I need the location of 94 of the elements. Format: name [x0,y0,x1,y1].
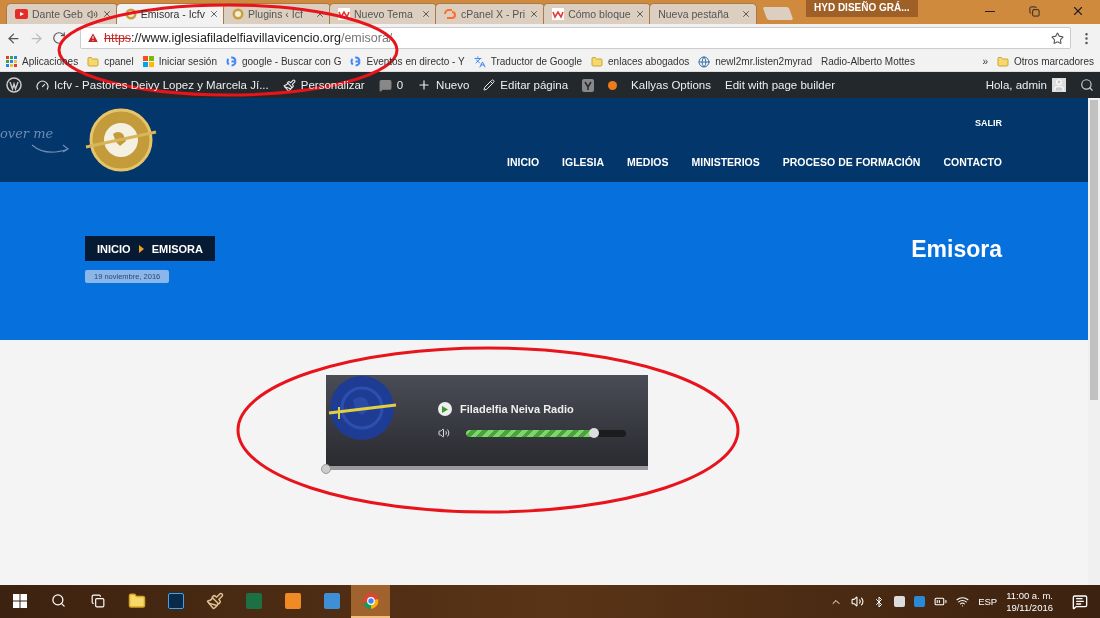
browser-tab[interactable]: Nuevo Tema [329,3,437,24]
address-field[interactable]: https://www.iglesiafiladelfiavillavicencio.org/emisora/ [80,27,1071,49]
nav-link[interactable]: PROCESO DE FORMACIÓN [782,156,921,168]
bookmark-item[interactable]: newl2mr.listen2myrad [698,55,812,68]
page-title: Emisora [911,236,1002,264]
close-icon[interactable] [635,9,646,19]
browser-tab[interactable]: Cómo bloque [543,3,652,24]
gauge-icon [36,78,49,92]
close-icon[interactable] [741,9,752,19]
emblem-icon [232,8,244,20]
reload-icon [52,31,66,45]
photo-icon [323,592,340,609]
new-link[interactable]: Nuevo [417,78,470,92]
status-dot-icon [608,80,618,90]
media-player-icon [284,592,301,609]
close-icon [1071,4,1085,18]
folder-icon [87,55,100,68]
bookmark-folder[interactable]: Otros marcadores [996,55,1094,68]
battery-icon[interactable] [934,595,948,608]
plus-icon [417,78,432,92]
reload-button[interactable] [52,31,66,45]
breadcrumb-link[interactable]: INICIO [97,242,131,255]
bookmark-item[interactable]: Traductor de Google [473,55,583,68]
apps-grid-icon [6,56,17,67]
page-builder-link[interactable]: Edit with page builder [725,79,835,91]
close-icon[interactable] [421,9,431,19]
back-button[interactable] [6,30,21,46]
clock[interactable]: 11:00 a. m. 19/11/2016 [1006,589,1053,614]
browser-tab[interactable]: cPanel X - Pri [435,3,546,24]
windows-logo-icon [12,593,27,608]
play-button[interactable] [438,402,452,416]
photoshop-icon [167,592,184,609]
logout-link[interactable]: SALIR [975,118,1002,128]
video-icon [15,9,28,19]
window-title: HYD DISEÑO GRÁ... [806,0,918,17]
hint-text: over me [0,126,54,141]
folder-icon [996,55,1009,68]
nav-link[interactable]: MINISTERIOS [691,156,760,168]
more-bookmarks-button[interactable]: » [982,56,988,67]
avatar-icon [1052,78,1066,92]
nav-link[interactable]: IGLESIA [562,156,605,168]
nav-link[interactable]: CONTACTO [943,156,1002,168]
search-icon[interactable] [1080,78,1094,92]
wordpress-logo-icon[interactable] [6,77,22,93]
emblem-icon [124,8,137,20]
folder-icon [127,591,146,610]
restore-icon [1028,5,1040,17]
bookmark-star-icon[interactable] [1051,31,1064,45]
station-name: Filadelfia Neiva Radio [460,403,574,415]
speaker-icon [86,8,98,20]
warning-icon [87,32,99,44]
volume-slider[interactable] [466,429,626,437]
nav-link[interactable]: INICIO [507,156,540,168]
resize-handle[interactable] [321,464,331,474]
browser-icon [361,591,380,610]
options-link[interactable]: Kallyas Options [631,79,711,91]
search-icon [51,593,66,608]
forward-arrow-icon [29,30,44,46]
browser-tab[interactable]: Dante Geb [6,3,118,24]
comments-link[interactable]: 0 [378,78,404,92]
church-logo[interactable] [83,107,159,173]
speaker-icon[interactable] [851,595,865,608]
close-icon[interactable] [209,9,219,19]
close-icon[interactable] [101,9,112,19]
browser-tab[interactable]: Nueva pestaña [649,3,758,24]
globe-icon [698,55,711,68]
windows-icon [142,56,154,67]
bookmark-item[interactable]: enlaces abogados [591,55,690,68]
bookmark-item[interactable]: Radio-Alberto Mottes [820,56,915,67]
edit-page-link[interactable]: Editar página [483,79,569,91]
bookmark-item[interactable]: google - Buscar con G [226,56,342,67]
bookmark-item[interactable]: cpanel [87,55,134,68]
account-link[interactable]: Hola, admin [985,78,1066,92]
brush-icon [282,78,296,92]
close-icon[interactable] [529,9,540,19]
nav-link[interactable]: MEDIOS [627,156,669,168]
scrollbar[interactable] [1088,98,1100,585]
tray-app-icon[interactable] [894,596,906,607]
bookmark-item[interactable]: Iniciar sesión [142,56,217,67]
notifications-icon[interactable] [1072,593,1088,610]
minimize-icon [985,10,995,12]
language-indicator[interactable]: ESP [978,596,998,607]
pencil-icon [483,79,496,91]
comment-icon [378,78,392,92]
volume-icon [438,427,450,439]
spreadsheet-icon [245,592,262,609]
breadcrumb-link[interactable]: EMISORA [151,242,203,255]
caret-icon [138,244,144,253]
wifi-icon[interactable] [956,595,970,608]
task-view-icon [90,593,105,608]
translate-icon [473,55,486,68]
play-icon [442,405,448,413]
folder-icon [591,55,604,68]
url-text: https://www.iglesiafiladelfiavillavicencio.org/emisora/ [104,31,393,45]
